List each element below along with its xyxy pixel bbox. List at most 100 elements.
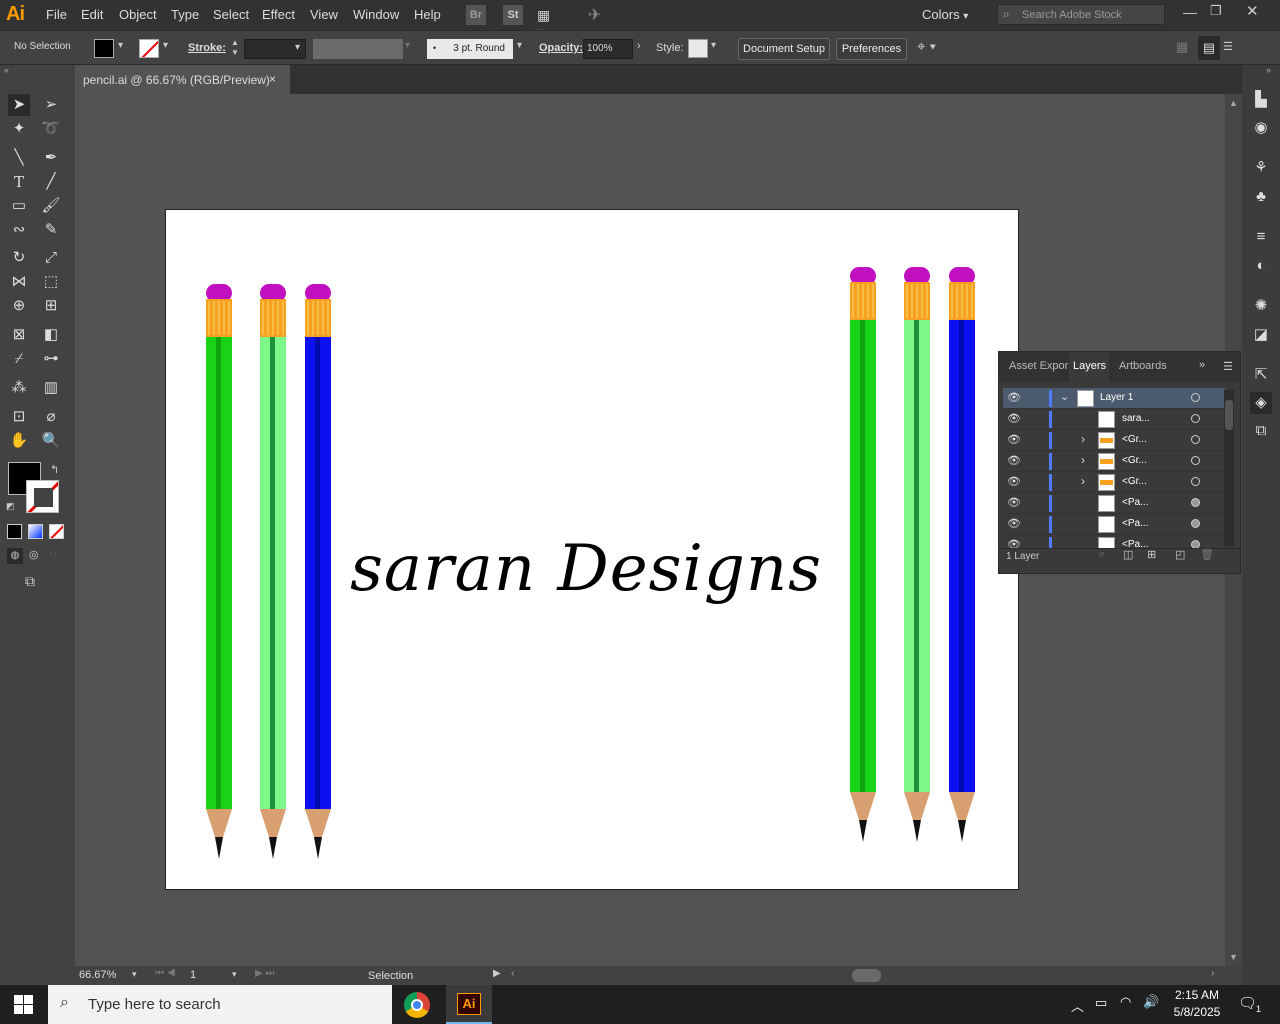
tab-layers[interactable]: Layers xyxy=(1073,360,1106,372)
graphic-style-swatch[interactable] xyxy=(688,39,708,58)
artboard[interactable]: saran Designs xyxy=(165,209,1019,890)
target-circle-icon[interactable] xyxy=(1191,393,1200,402)
tab-artboards[interactable]: Artboards xyxy=(1119,360,1167,372)
collapse-panel-icon[interactable]: « xyxy=(4,65,9,75)
control-menu-icon[interactable]: ☰ xyxy=(1223,40,1233,53)
sublayer-row[interactable]: 👁 sara... xyxy=(1003,409,1225,430)
windows-start-icon[interactable] xyxy=(14,995,34,1015)
zoom-dropdown-icon[interactable]: ▾ xyxy=(132,969,137,980)
expand-chevron-icon[interactable]: › xyxy=(1081,432,1085,446)
brush-definition[interactable]: • 3 pt. Round xyxy=(427,39,513,59)
battery-icon[interactable]: ▭ xyxy=(1095,995,1107,1011)
draw-behind-icon[interactable]: ◎ xyxy=(29,548,39,561)
sublayer-row[interactable]: 👁 › <Gr... xyxy=(1003,430,1225,451)
illustrator-taskbar-button[interactable]: Ai xyxy=(446,985,492,1024)
make-clipping-mask-icon[interactable]: ◫ xyxy=(1123,548,1133,561)
close-tab-icon[interactable]: × xyxy=(269,72,276,86)
stroke-swatch[interactable] xyxy=(139,39,159,58)
menu-effect[interactable]: Effect xyxy=(262,7,295,22)
color-mode-icon[interactable] xyxy=(7,524,22,539)
pencil-left-0[interactable] xyxy=(206,284,232,859)
scroll-left-icon[interactable]: ‹ xyxy=(511,968,514,979)
stroke-panel-icon[interactable]: ≡ xyxy=(1250,226,1272,248)
expand-chevron-icon[interactable]: › xyxy=(1081,474,1085,488)
menu-window[interactable]: Window xyxy=(353,7,399,22)
scroll-down-icon[interactable]: ▼ xyxy=(1229,952,1238,962)
magic-wand-tool-icon[interactable]: ✦ xyxy=(8,118,30,140)
artboard-number-field[interactable]: 1 xyxy=(190,969,196,981)
horizontal-scroll-thumb[interactable] xyxy=(852,969,881,982)
artboards-panel-icon[interactable]: ⧉ xyxy=(1250,420,1272,442)
appearance-panel-icon[interactable]: ✺ xyxy=(1250,295,1272,317)
direct-selection-tool-icon[interactable]: ➢ xyxy=(40,94,62,116)
opacity-label[interactable]: Opacity: xyxy=(539,42,583,54)
draw-normal-icon[interactable]: ◍ xyxy=(7,548,23,564)
network-icon[interactable]: ◠ xyxy=(1120,994,1131,1010)
perspective-grid-tool-icon[interactable]: ⊞ xyxy=(40,295,62,317)
stroke-dropdown-icon[interactable]: ▾ xyxy=(163,40,168,51)
panel-menu-icon[interactable]: ☰ xyxy=(1223,360,1233,373)
menu-file[interactable]: File xyxy=(46,7,67,22)
hand-tool-icon[interactable]: ✋ xyxy=(8,430,30,452)
document-setup-button[interactable]: Document Setup xyxy=(738,38,830,60)
visibility-eye-icon[interactable]: 👁 xyxy=(1007,517,1021,530)
clock-date[interactable]: 5/8/2025 xyxy=(1170,1005,1224,1019)
zoom-tool-icon[interactable]: 🔍 xyxy=(40,430,62,452)
pencil-right-0[interactable] xyxy=(850,267,876,842)
first-artboard-icon[interactable]: ⏮ ◀ xyxy=(155,968,176,979)
visibility-eye-icon[interactable]: 👁 xyxy=(1007,496,1021,509)
minimize-icon[interactable]: — xyxy=(1183,4,1197,20)
sublayer-row[interactable]: 👁 › <Gr... xyxy=(1003,472,1225,493)
gradient-tool-icon[interactable]: ◧ xyxy=(40,324,62,346)
layers-scrollbar[interactable] xyxy=(1224,390,1234,546)
width-tool-icon[interactable]: ⋈ xyxy=(8,271,30,293)
rectangle-tool-icon[interactable]: ▭ xyxy=(8,195,30,217)
panel-expand-icon[interactable]: » xyxy=(1199,359,1205,371)
shaper-tool-icon[interactable]: ∾ xyxy=(8,219,30,241)
chrome-icon[interactable] xyxy=(404,992,430,1018)
transform-icon[interactable]: ⌖ ▾ xyxy=(917,38,936,55)
symbols-panel-icon[interactable]: ♣ xyxy=(1250,186,1272,208)
libraries-panel-icon[interactable]: ◉ xyxy=(1250,117,1272,139)
preferences-button[interactable]: Preferences xyxy=(836,38,907,60)
column-graph-tool-icon[interactable]: ▥ xyxy=(40,377,62,399)
mesh-tool-icon[interactable]: ⊠ xyxy=(8,324,30,346)
document-tab[interactable]: pencil.ai @ 66.67% (RGB/Preview) × xyxy=(75,65,290,94)
brush-dropdown-icon[interactable]: ▾ xyxy=(517,40,522,51)
artwork-text[interactable]: saran Designs xyxy=(350,532,822,606)
chevron-right-icon[interactable]: › xyxy=(637,40,641,52)
blend-tool-icon[interactable]: ⊶ xyxy=(40,348,62,370)
expand-panels-icon[interactable]: » xyxy=(1266,65,1271,75)
opacity-field[interactable]: 100% xyxy=(583,39,633,59)
bridge-button[interactable]: Br xyxy=(466,5,486,25)
artboard-dropdown-icon[interactable]: ▾ xyxy=(232,969,237,980)
profile-dropdown-icon[interactable]: ▾ xyxy=(405,40,410,51)
menu-type[interactable]: Type xyxy=(171,7,199,22)
menu-object[interactable]: Object xyxy=(119,7,157,22)
stroke-color-box[interactable] xyxy=(26,480,59,513)
visibility-eye-icon[interactable]: 👁 xyxy=(1007,454,1021,467)
none-mode-icon[interactable] xyxy=(49,524,64,539)
target-circle-icon[interactable] xyxy=(1191,456,1200,465)
sublayer-row[interactable]: 👁 <Pa... xyxy=(1003,535,1225,548)
arrange-icon[interactable]: ▦ xyxy=(1176,39,1188,55)
layer-row-top[interactable]: 👁 ⌄ Layer 1 xyxy=(1003,388,1225,409)
clock-time[interactable]: 2:15 AM xyxy=(1172,988,1222,1002)
line-segment-tool-icon[interactable]: ╱ xyxy=(40,171,62,193)
stock-search-input[interactable]: ⌕ Search Adobe Stock xyxy=(997,4,1165,25)
target-circle-icon[interactable] xyxy=(1191,498,1200,507)
expand-chevron-icon[interactable]: › xyxy=(1081,453,1085,467)
stroke-weight-field[interactable]: ▾ xyxy=(244,39,306,59)
close-window-icon[interactable]: ✕ xyxy=(1246,2,1259,20)
menu-help[interactable]: Help xyxy=(414,7,441,22)
menu-select[interactable]: Select xyxy=(213,7,249,22)
default-colors-icon[interactable]: ◩ xyxy=(6,501,15,512)
visibility-eye-icon[interactable]: 👁 xyxy=(1007,475,1021,488)
artboard-tool-icon[interactable]: ⊡ xyxy=(8,406,30,428)
graphic-styles-panel-icon[interactable]: ◪ xyxy=(1250,324,1272,346)
locate-object-icon[interactable]: ⌕ xyxy=(1099,548,1105,561)
taskbar-search-input[interactable]: ⌕ Type here to search xyxy=(48,985,392,1024)
scroll-up-icon[interactable]: ▲ xyxy=(1229,98,1238,108)
zoom-field[interactable]: 66.67% xyxy=(79,969,116,981)
brushes-panel-icon[interactable]: ⚘ xyxy=(1250,157,1272,179)
